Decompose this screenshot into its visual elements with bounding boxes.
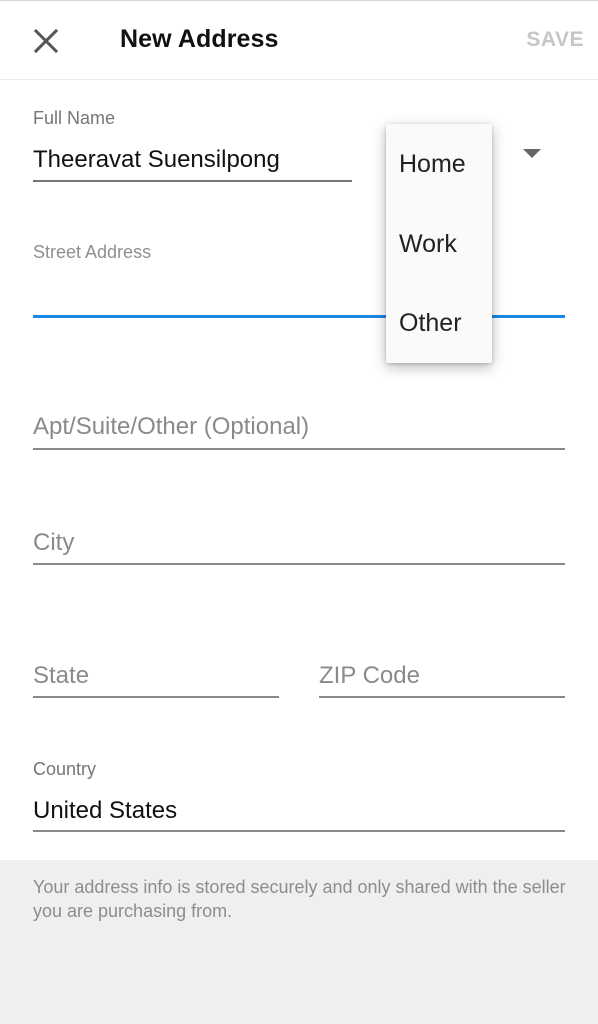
state-underline [33,696,279,698]
menu-item-work[interactable]: Work [386,204,492,284]
full-name-value: Theeravat Suensilpong [33,146,280,173]
zip-code-placeholder: ZIP Code [319,662,420,689]
save-button[interactable]: SAVE [526,28,584,52]
full-name-field[interactable]: Full Name Theeravat Suensilpong [33,108,352,184]
apt-suite-underline [33,448,565,450]
top-app-bar: New Address SAVE [0,0,598,80]
address-type-dropdown-arrow-icon[interactable] [523,149,541,158]
city-placeholder: City [33,529,75,556]
menu-item-other[interactable]: Other [386,283,492,363]
full-name-underline [33,180,352,182]
zip-code-field[interactable]: ZIP Code [319,660,565,702]
full-name-label: Full Name [33,108,116,128]
menu-item-home[interactable]: Home [386,124,492,204]
new-address-screen: New Address SAVE Full Name Theeravat Sue… [0,0,598,1024]
city-field[interactable]: City [33,527,565,569]
state-field[interactable]: State [33,660,279,702]
city-underline [33,563,565,565]
address-form [0,80,598,860]
country-value: United States [33,797,178,824]
state-placeholder: State [33,662,90,689]
zip-code-underline [319,696,565,698]
country-label: Country [33,759,97,779]
street-address-label: Street Address [33,242,152,262]
close-button[interactable] [22,17,70,65]
privacy-note: Your address info is stored securely and… [33,877,566,921]
apt-suite-placeholder: Apt/Suite/Other (Optional) [33,413,310,440]
page-title: New Address [120,25,279,53]
country-field[interactable]: Country United States [33,759,565,835]
country-underline [33,830,565,832]
apt-suite-field[interactable]: Apt/Suite/Other (Optional) [33,411,565,453]
address-type-menu: Home Work Other [386,124,492,363]
close-icon [33,28,59,54]
